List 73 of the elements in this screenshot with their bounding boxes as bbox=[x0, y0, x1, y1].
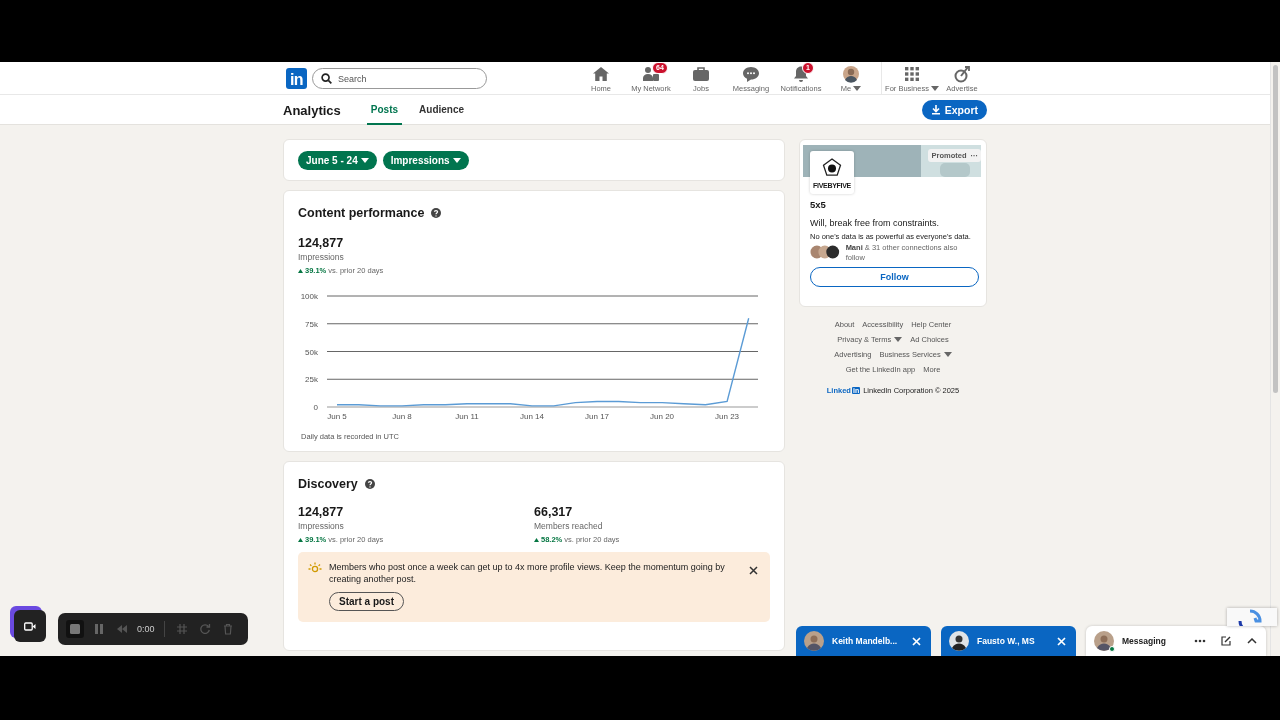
pentagon-icon bbox=[821, 156, 843, 179]
chat-name: Keith Mandelb... bbox=[832, 636, 899, 646]
metric-label: Members reached bbox=[534, 521, 604, 531]
close-icon bbox=[749, 566, 758, 575]
axis-label: Jun 8 bbox=[392, 412, 412, 421]
trash-icon bbox=[221, 623, 234, 635]
axis-label: 50k bbox=[305, 347, 318, 357]
export-button[interactable]: Export bbox=[921, 100, 987, 120]
up-triangle-icon bbox=[534, 537, 539, 542]
briefcase-icon bbox=[692, 64, 710, 83]
timer: 0:00 bbox=[137, 624, 155, 634]
compose-icon bbox=[1221, 636, 1231, 646]
close-button[interactable] bbox=[1055, 634, 1068, 648]
metric-label: Impressions bbox=[298, 252, 345, 262]
axis-label: 0 bbox=[313, 403, 318, 412]
axis-label: 100k bbox=[300, 292, 318, 301]
filter-dropdown[interactable]: June 5 - 24 bbox=[298, 150, 377, 170]
section-title: Content performance bbox=[298, 206, 425, 220]
avatar-icon bbox=[949, 631, 969, 651]
close-icon bbox=[1057, 636, 1066, 646]
up-triangle-icon bbox=[298, 268, 303, 273]
axis-label: Jun 14 bbox=[520, 412, 545, 421]
close-icon bbox=[912, 636, 921, 646]
chat-tab[interactable]: Fausto W., MS bbox=[941, 626, 1076, 656]
connection-avatars-icon bbox=[810, 245, 840, 259]
axis-label: Jun 17 bbox=[585, 412, 610, 421]
axis-label: 75k bbox=[305, 319, 318, 329]
metric-value: 124,877 bbox=[298, 505, 345, 519]
stop-icon bbox=[69, 623, 81, 635]
close-button[interactable] bbox=[910, 634, 923, 648]
axis-label: Jun 20 bbox=[650, 412, 675, 421]
chat-tab[interactable]: Keith Mandelb... bbox=[796, 626, 931, 656]
company-name: 5x5 bbox=[810, 199, 827, 210]
linkedin-logo[interactable]: in bbox=[286, 68, 307, 89]
avatar-icon bbox=[842, 64, 860, 83]
axis-label: 25k bbox=[305, 375, 318, 385]
rewind-icon bbox=[116, 623, 128, 635]
restart-icon bbox=[198, 623, 211, 635]
pause-icon bbox=[93, 623, 105, 635]
tip-text: Members who post once a week can get up to 4x more profile views. Keep the momentum going by creating another post. bbox=[329, 562, 726, 585]
tab[interactable]: Posts bbox=[366, 95, 403, 125]
chat-name: Fausto W., MS bbox=[977, 636, 1036, 646]
camera-icon bbox=[24, 621, 36, 631]
scrollbar[interactable] bbox=[1270, 62, 1280, 656]
chat-name: Messaging bbox=[1122, 636, 1167, 646]
axis-label: Jun 23 bbox=[715, 412, 740, 421]
more-icon bbox=[1194, 639, 1206, 643]
download-icon bbox=[930, 105, 941, 115]
axis-label: Jun 11 bbox=[455, 412, 479, 421]
filter-dropdown[interactable]: Impressions bbox=[382, 150, 469, 170]
grid-icon bbox=[175, 623, 188, 635]
section-title: Discovery bbox=[298, 477, 358, 491]
search-icon bbox=[321, 73, 332, 84]
tab[interactable]: Audience bbox=[415, 95, 469, 125]
page-title: Analytics bbox=[283, 102, 341, 118]
metric-value: 124,877 bbox=[298, 236, 345, 250]
grid-icon bbox=[903, 64, 921, 83]
metric-value: 66,317 bbox=[534, 505, 574, 519]
chevron-up-icon bbox=[1247, 638, 1257, 644]
help-icon bbox=[364, 479, 375, 489]
ad-headline: Will, break free from constraints. bbox=[810, 218, 941, 228]
help-icon bbox=[431, 208, 442, 218]
home-icon bbox=[592, 64, 610, 83]
avatar-icon bbox=[1094, 631, 1114, 651]
stop-button[interactable] bbox=[66, 620, 84, 638]
axis-label: Jun 5 bbox=[327, 412, 347, 421]
search-field[interactable]: Search bbox=[312, 68, 487, 89]
metric-label: Impressions bbox=[298, 521, 345, 531]
up-triangle-icon bbox=[298, 537, 303, 542]
avatar-icon bbox=[804, 631, 824, 651]
messaging-bar[interactable]: Messaging bbox=[1086, 626, 1266, 656]
compass-icon bbox=[953, 64, 971, 83]
lightbulb-icon bbox=[308, 561, 322, 575]
